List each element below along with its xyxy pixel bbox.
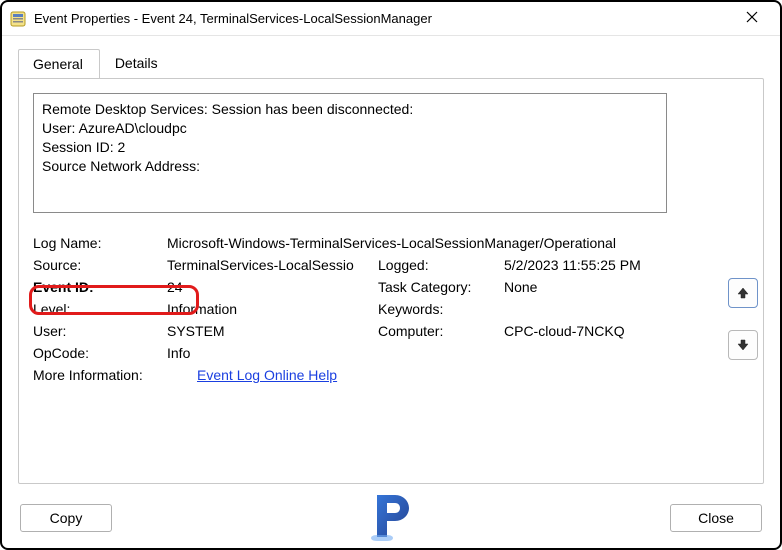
app-icon	[10, 11, 26, 27]
titlebar: Event Properties - Event 24, TerminalSer…	[2, 2, 780, 36]
arrow-up-icon	[736, 286, 750, 300]
label-keywords: Keywords:	[378, 301, 498, 317]
tab-details[interactable]: Details	[100, 48, 175, 78]
value-logged: 5/2/2023 11:55:25 PM	[504, 257, 704, 273]
copy-button[interactable]: Copy	[20, 504, 112, 532]
label-level: Level:	[33, 301, 161, 317]
value-eventid: 24	[167, 279, 372, 295]
label-moreinfo: More Information:	[33, 367, 161, 383]
link-eventlog-help[interactable]: Event Log Online Help	[197, 367, 337, 383]
nav-buttons	[728, 278, 758, 360]
value-computer: CPC-cloud-7NCKQ	[504, 323, 704, 339]
desc-line: Session ID: 2	[42, 138, 658, 157]
value-user: SYSTEM	[167, 323, 372, 339]
label-user: User:	[33, 323, 161, 339]
close-icon	[746, 11, 758, 23]
tab-general[interactable]: General	[18, 49, 100, 79]
desc-line: User: AzureAD\cloudpc	[42, 119, 658, 138]
value-logname: Microsoft-Windows-TerminalServices-Local…	[167, 235, 704, 251]
value-taskcategory: None	[504, 279, 704, 295]
content-area: General Details Remote Desktop Services:…	[2, 36, 780, 548]
tabs: General Details	[18, 48, 764, 78]
value-opcode: Info	[167, 345, 704, 361]
label-source: Source:	[33, 257, 161, 273]
label-logged: Logged:	[378, 257, 498, 273]
desc-line: Remote Desktop Services: Session has bee…	[42, 100, 658, 119]
label-logname: Log Name:	[33, 235, 161, 251]
label-eventid: Event ID:	[33, 279, 161, 295]
value-source: TerminalServices-LocalSessio	[167, 257, 372, 273]
details-grid: Log Name: Microsoft-Windows-TerminalServ…	[33, 235, 749, 383]
label-taskcategory: Task Category:	[378, 279, 498, 295]
close-button[interactable]	[732, 10, 772, 28]
window-title: Event Properties - Event 24, TerminalSer…	[34, 11, 732, 26]
bottom-buttons: Copy Close	[20, 504, 762, 532]
label-opcode: OpCode:	[33, 345, 161, 361]
event-description[interactable]: Remote Desktop Services: Session has bee…	[33, 93, 667, 213]
label-computer: Computer:	[378, 323, 498, 339]
general-panel: Remote Desktop Services: Session has bee…	[18, 78, 764, 484]
close-dialog-button[interactable]: Close	[670, 504, 762, 532]
value-level: Information	[167, 301, 372, 317]
desc-line: Source Network Address:	[42, 157, 658, 176]
prev-event-button[interactable]	[728, 278, 758, 308]
next-event-button[interactable]	[728, 330, 758, 360]
arrow-down-icon	[736, 338, 750, 352]
